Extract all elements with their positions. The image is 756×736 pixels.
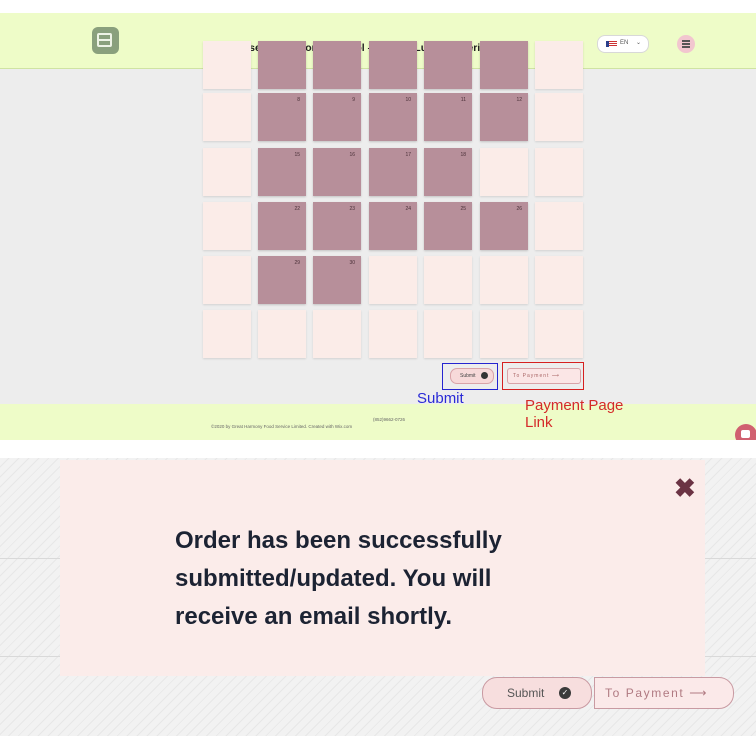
calendar-cell-ordered[interactable]: 24: [369, 202, 417, 250]
lunchbox-logo-icon[interactable]: [92, 27, 119, 54]
calendar-cell-ordered[interactable]: 10: [369, 93, 417, 141]
calendar-cell-empty: [203, 202, 251, 250]
day-number: 30: [349, 260, 355, 266]
calendar-cell-ordered[interactable]: [369, 41, 417, 89]
confirmation-screenshot: ✖ Order has been successfully submitted/…: [0, 458, 756, 736]
calendar-cell-ordered[interactable]: 11: [424, 93, 472, 141]
calendar-cell-ordered[interactable]: 15: [258, 148, 306, 196]
chat-bubble-icon[interactable]: [735, 424, 756, 440]
calendar-cell-empty: [535, 93, 583, 141]
calendar-cell-empty: [535, 148, 583, 196]
calendar-cell-ordered[interactable]: 18: [424, 148, 472, 196]
calendar-cell-empty: [535, 310, 583, 358]
calendar-cell-ordered[interactable]: 12: [480, 93, 528, 141]
calendar-cell-empty: [369, 310, 417, 358]
submit-label: Submit: [507, 686, 545, 700]
submit-highlight-box: [442, 363, 498, 390]
day-number: 17: [405, 152, 411, 158]
payment-annotation-line2: Link: [525, 414, 553, 431]
close-icon[interactable]: ✖: [674, 473, 696, 504]
message-line: Order has been successfully: [175, 527, 502, 554]
day-number: 24: [405, 206, 411, 212]
day-number: 15: [294, 152, 300, 158]
day-number: 25: [460, 206, 466, 212]
footer-phone: (852)9662-0726: [373, 417, 406, 422]
to-payment-button[interactable]: To Payment ⟶: [594, 677, 734, 709]
payment-annotation-line1: Payment Page: [525, 397, 624, 414]
day-number: 11: [460, 97, 466, 103]
calendar-screenshot: Japanese International School – School L…: [0, 13, 756, 440]
calendar-cell-ordered[interactable]: 26: [480, 202, 528, 250]
day-number: 23: [349, 206, 355, 212]
calendar-cell-empty: [203, 256, 251, 304]
day-number: 10: [405, 97, 411, 103]
calendar-cell-empty: [535, 41, 583, 89]
calendar-cell-ordered[interactable]: 17: [369, 148, 417, 196]
calendar-cell-empty: [535, 202, 583, 250]
calendar-cell-empty: [313, 310, 361, 358]
calendar-cell-ordered[interactable]: 23: [313, 202, 361, 250]
calendar-cell-empty: [480, 310, 528, 358]
calendar-cell-ordered[interactable]: 29: [258, 256, 306, 304]
check-circle-icon: ✓: [559, 687, 571, 699]
day-number: 16: [349, 152, 355, 158]
calendar-cell-ordered[interactable]: [313, 41, 361, 89]
calendar-cell-ordered[interactable]: [258, 41, 306, 89]
calendar-cell-ordered[interactable]: 22: [258, 202, 306, 250]
payment-highlight-box: [502, 362, 584, 390]
language-selector[interactable]: EN ⌄: [597, 35, 649, 53]
day-number: 9: [352, 97, 355, 103]
language-code: EN: [620, 40, 629, 46]
calendar-cell-empty: [258, 310, 306, 358]
day-number: 29: [294, 260, 300, 266]
calendar-cell-empty: [203, 310, 251, 358]
day-number: 8: [297, 97, 300, 103]
to-payment-label: To Payment ⟶: [605, 686, 709, 700]
us-flag-icon: [606, 41, 617, 47]
footer-copyright: ©2020 by Great Harmony Food Service Limi…: [211, 424, 353, 429]
calendar-cell-ordered[interactable]: 16: [313, 148, 361, 196]
message-line: submitted/updated. You will: [175, 565, 492, 592]
calendar-cell-ordered[interactable]: 30: [313, 256, 361, 304]
calendar-cell-ordered[interactable]: [480, 41, 528, 89]
hamburger-menu-icon[interactable]: [677, 35, 695, 53]
site-footer: (852)9662-0726 ©2020 by Great Harmony Fo…: [0, 404, 756, 440]
calendar-cell-empty: [203, 148, 251, 196]
chevron-down-icon: ⌄: [636, 40, 642, 46]
submit-annotation: Submit: [417, 390, 464, 407]
message-line: receive an email shortly.: [175, 603, 453, 630]
calendar-cell-ordered[interactable]: 9: [313, 93, 361, 141]
calendar-cell-empty: [203, 41, 251, 89]
day-number: 22: [294, 206, 300, 212]
submit-button[interactable]: Submit ✓: [482, 677, 592, 709]
calendar-cell-ordered[interactable]: [424, 41, 472, 89]
calendar-cell-empty: [369, 256, 417, 304]
calendar-cell-empty: [480, 256, 528, 304]
calendar-cell-empty[interactable]: [480, 148, 528, 196]
day-number: 26: [516, 206, 522, 212]
day-number: 12: [516, 97, 522, 103]
calendar-cell-empty: [424, 256, 472, 304]
calendar-cell-empty: [203, 93, 251, 141]
calendar-cell-empty: [535, 256, 583, 304]
day-number: 18: [460, 152, 466, 158]
calendar-cell-ordered[interactable]: 8: [258, 93, 306, 141]
calendar-cell-empty: [424, 310, 472, 358]
confirmation-message: Order has been successfully submitted/up…: [175, 522, 502, 636]
calendar-cell-ordered[interactable]: 25: [424, 202, 472, 250]
